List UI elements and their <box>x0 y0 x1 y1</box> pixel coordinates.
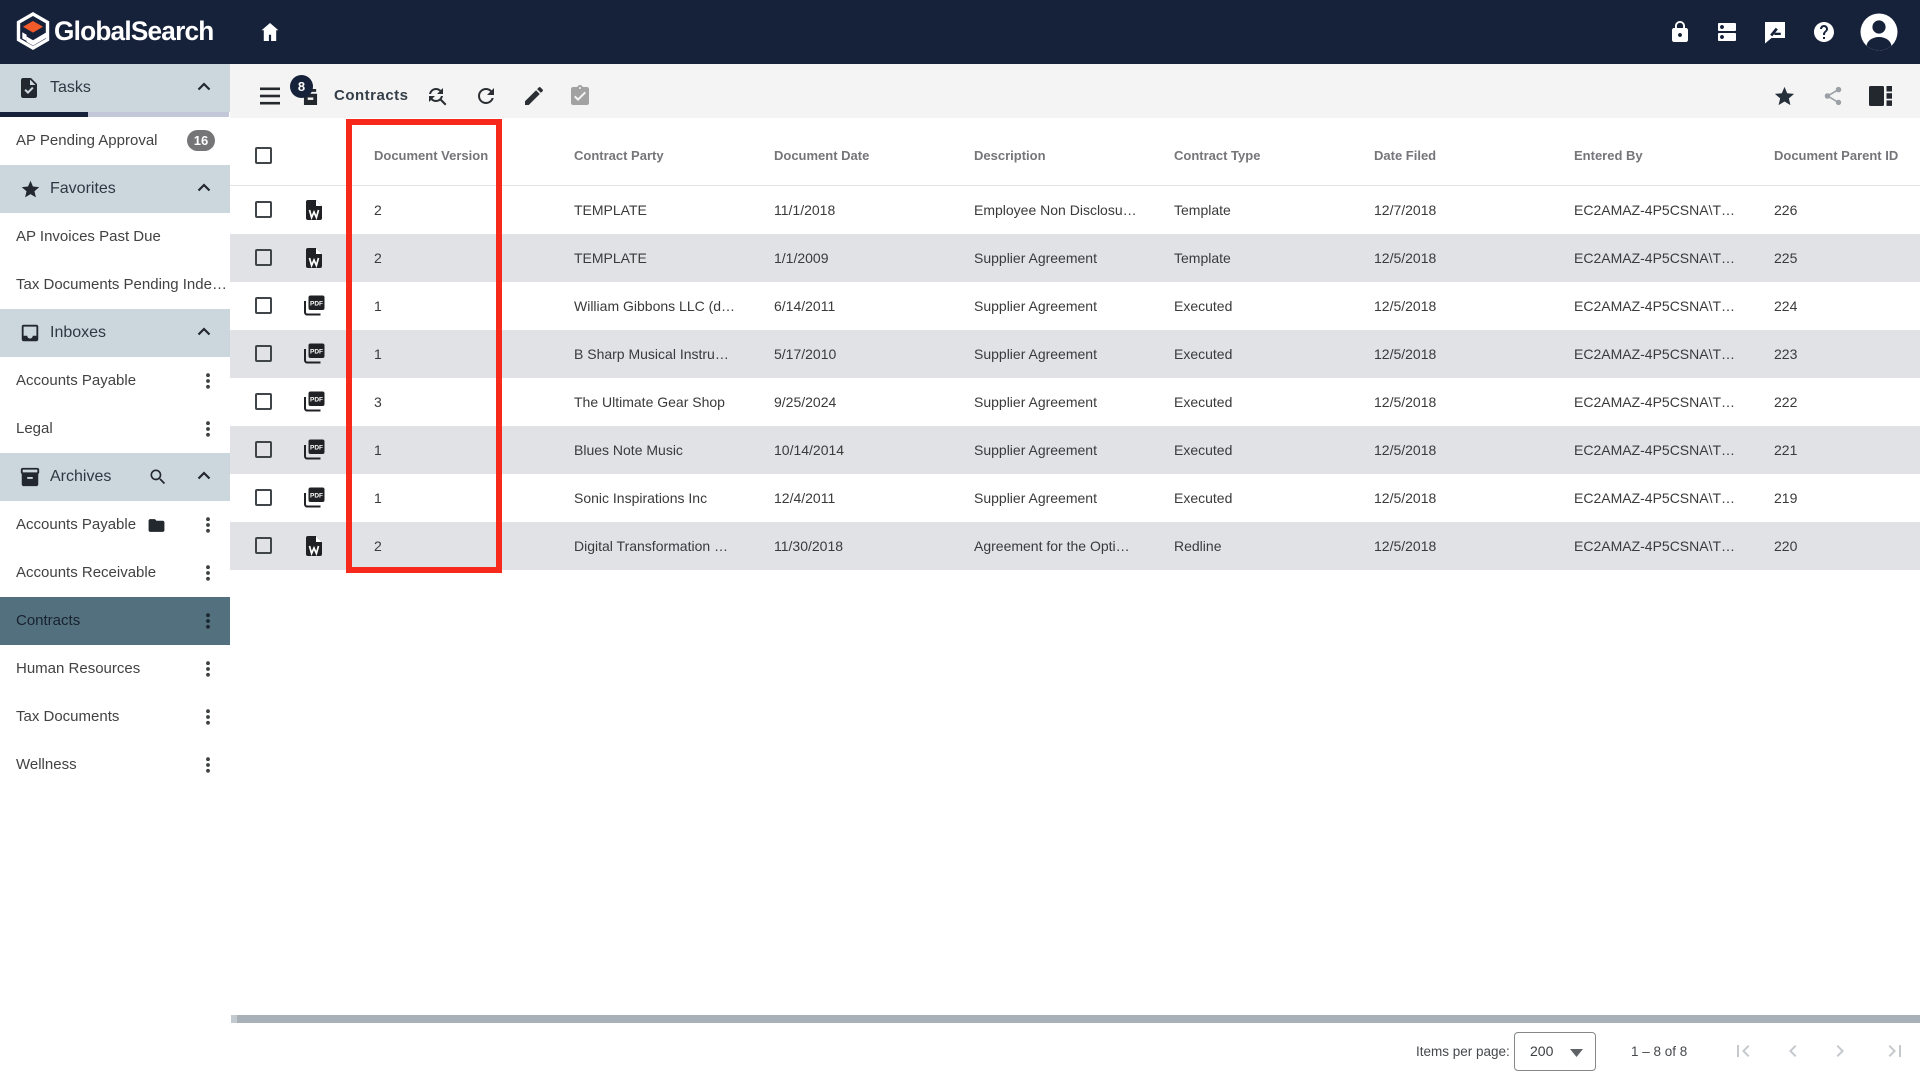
svg-text:PDF: PDF <box>310 444 323 451</box>
svg-text:PDF: PDF <box>310 492 323 499</box>
svg-text:PDF: PDF <box>310 396 323 403</box>
svg-text:PDF: PDF <box>310 300 323 307</box>
svg-text:PDF: PDF <box>310 348 323 355</box>
